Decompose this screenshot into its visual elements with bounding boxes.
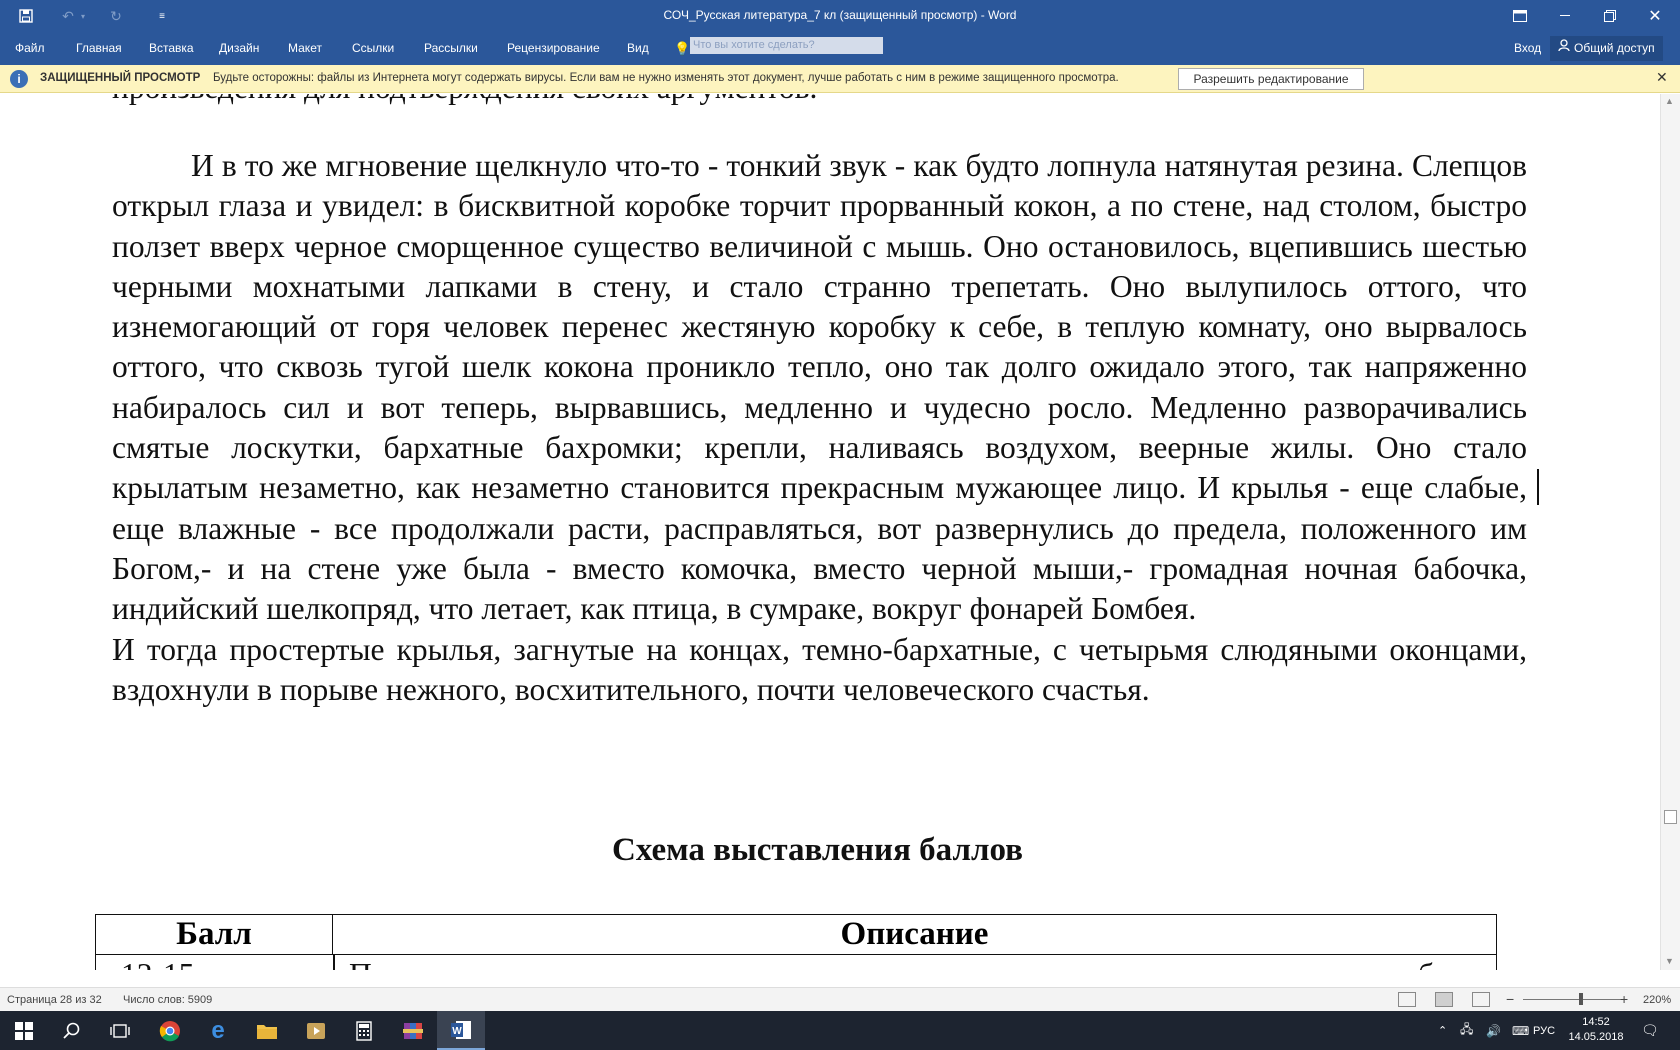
undo-icon[interactable]: ↶ — [56, 0, 80, 32]
partial-line: произведения для подтверждения своих арг… — [112, 94, 817, 106]
scroll-thumb[interactable] — [1664, 810, 1677, 824]
paragraph: И в то же мгновение щелкнуло что-то - то… — [112, 148, 1527, 627]
media-player-icon[interactable] — [292, 1011, 340, 1050]
calculator-icon[interactable] — [340, 1011, 388, 1050]
table-divider — [333, 955, 335, 970]
tab-insert[interactable]: Вставка — [149, 32, 194, 65]
zoom-level[interactable]: 220% — [1643, 994, 1671, 1006]
person-icon — [1558, 36, 1570, 61]
show-hidden-icons[interactable]: ⌃ — [1438, 1011, 1447, 1050]
notifications-icon[interactable]: 🗨 — [1641, 1011, 1659, 1050]
minimize-icon[interactable] — [1545, 0, 1585, 32]
share-label: Общий доступ — [1574, 41, 1655, 55]
customize-toolbar-icon[interactable]: ≡ — [152, 0, 172, 32]
protected-view-title: ЗАЩИЩЕННЫЙ ПРОСМОТР — [40, 72, 201, 84]
restore-icon[interactable] — [1590, 0, 1630, 32]
clock-date: 14.05.2018 — [1568, 1031, 1624, 1043]
table-header-cell: Балл — [95, 914, 333, 955]
tab-review[interactable]: Рецензирование — [507, 32, 600, 65]
ribbon-display-options-icon[interactable] — [1500, 0, 1540, 32]
word-app-icon[interactable]: W — [437, 1011, 485, 1050]
tab-design[interactable]: Дизайн — [219, 32, 259, 65]
share-button[interactable]: Общий доступ — [1550, 36, 1663, 61]
zoom-in-button[interactable]: + — [1620, 991, 1628, 1007]
table-cell: б — [1418, 957, 1434, 970]
protected-view-message: Будьте осторожны: файлы из Интернета мог… — [213, 72, 1119, 84]
tab-references[interactable]: Ссылки — [352, 32, 394, 65]
save-icon[interactable] — [14, 0, 38, 32]
window-title: СОЧ_Русская литература_7 кл (защищенный … — [663, 8, 1017, 22]
vertical-scrollbar[interactable]: ▲ ▼ — [1660, 94, 1680, 970]
scoring-table: Балл Описание — [95, 914, 1497, 955]
table-cell: 13-15 — [121, 957, 195, 970]
status-bar: Страница 28 из 32 Число слов: 5909 − + 2… — [0, 987, 1680, 1011]
redo-icon[interactable]: ↻ — [104, 0, 128, 32]
undo-dropdown-icon[interactable]: ▾ — [78, 0, 88, 32]
tab-mailings[interactable]: Рассылки — [424, 32, 478, 65]
scroll-down-icon[interactable]: ▼ — [1665, 956, 1674, 966]
table-cell: П — [349, 957, 372, 970]
svg-text:W: W — [452, 1026, 462, 1037]
zoom-out-button[interactable]: − — [1506, 991, 1514, 1007]
tab-layout[interactable]: Макет — [288, 32, 322, 65]
zoom-slider[interactable] — [1523, 999, 1623, 1000]
keyboard-icon[interactable]: ⌨ — [1512, 1011, 1529, 1050]
ribbon-tabs: Файл Главная Вставка Дизайн Макет Ссылки… — [0, 32, 1680, 65]
title-bar: ↶ ▾ ↻ ≡ СОЧ_Русская литература_7 кл (защ… — [0, 0, 1680, 32]
close-message-bar-icon[interactable]: ✕ — [1656, 69, 1668, 86]
winrar-icon[interactable] — [389, 1011, 437, 1050]
paragraph: И тогда простертые крылья, загнутые на к… — [112, 631, 1527, 707]
shield-icon: i — [10, 70, 28, 88]
network-icon[interactable]: 🖧 — [1460, 1011, 1473, 1050]
chrome-icon[interactable] — [146, 1011, 194, 1050]
lightbulb-icon: 💡 — [674, 41, 691, 56]
tab-file[interactable]: Файл — [15, 32, 45, 65]
edge-icon[interactable]: e — [194, 1011, 242, 1050]
file-explorer-icon[interactable] — [243, 1011, 291, 1050]
task-view-icon[interactable] — [96, 1011, 144, 1050]
tab-view[interactable]: Вид — [627, 32, 649, 65]
document-body: И в то же мгновение щелкнуло что-то - то… — [112, 146, 1527, 710]
enable-editing-button[interactable]: Разрешить редактирование — [1178, 68, 1364, 90]
clock-time: 14:52 — [1582, 1016, 1610, 1028]
section-heading: Схема выставления баллов — [611, 832, 1023, 868]
sign-in-link[interactable]: Вход — [1514, 32, 1541, 65]
start-windows-icon[interactable] — [0, 1011, 48, 1050]
scroll-up-icon[interactable]: ▲ — [1665, 96, 1674, 106]
protected-view-bar: i ЗАЩИЩЕННЫЙ ПРОСМОТР Будьте осторожны: … — [0, 65, 1680, 93]
search-icon[interactable] — [48, 1011, 96, 1050]
table-row: 13-15 П б — [95, 955, 1497, 970]
close-icon[interactable]: ✕ — [1635, 0, 1675, 32]
print-layout-icon[interactable] — [1435, 992, 1453, 1007]
text-cursor — [1537, 469, 1539, 505]
document-canvas[interactable]: произведения для подтверждения своих арг… — [0, 94, 1660, 970]
read-mode-icon[interactable] — [1398, 992, 1416, 1007]
page-count[interactable]: Страница 28 из 32 — [7, 994, 102, 1006]
tab-home[interactable]: Главная — [76, 32, 122, 65]
taskbar: e W ⌃ 🖧 🔊 ⌨ РУС 14:52 14.05.2018 🗨 — [0, 1011, 1680, 1050]
word-count[interactable]: Число слов: 5909 — [123, 994, 212, 1006]
tell-me-input[interactable]: Что вы хотите сделать? — [690, 37, 883, 54]
table-header-row: Балл Описание — [95, 914, 1497, 955]
volume-icon[interactable]: 🔊 — [1486, 1011, 1501, 1050]
clock[interactable]: 14:52 14.05.2018 — [1566, 1015, 1626, 1045]
table-header-cell: Описание — [332, 914, 1497, 955]
web-layout-icon[interactable] — [1472, 992, 1490, 1007]
zoom-slider-thumb[interactable] — [1579, 993, 1583, 1005]
language-indicator[interactable]: РУС — [1533, 1011, 1555, 1050]
